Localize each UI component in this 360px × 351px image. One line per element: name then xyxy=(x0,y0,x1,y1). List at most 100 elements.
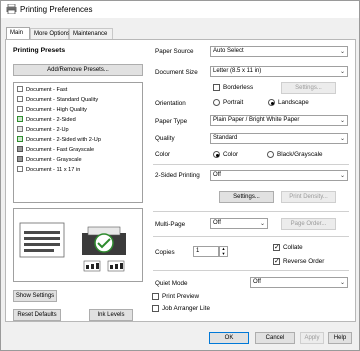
chevron-down-icon: ⌄ xyxy=(339,69,345,75)
document-icon xyxy=(17,106,23,112)
collate-label: Collate xyxy=(283,244,303,251)
reverse-order-label: Reverse Order xyxy=(283,258,325,265)
color-radio[interactable] xyxy=(213,151,220,158)
copies-input[interactable]: 1 xyxy=(193,246,219,257)
chevron-down-icon: ▼ xyxy=(221,250,226,256)
landscape-label: Landscape xyxy=(278,99,309,106)
preset-label: Document - Grayscale xyxy=(26,157,82,163)
print-preview-illustration xyxy=(13,208,143,282)
show-settings-button[interactable]: Show Settings xyxy=(13,290,57,302)
grayscale-option-label: Black/Grayscale xyxy=(277,151,323,158)
grayscale-icon xyxy=(17,156,23,162)
divider xyxy=(153,270,349,271)
multipage-value: Off xyxy=(213,220,221,226)
document-size-select[interactable]: Letter (8.5 x 11 in) ⌄ xyxy=(210,66,348,77)
collate-checkbox[interactable] xyxy=(273,243,280,251)
quiet-mode-select[interactable]: Off ⌄ xyxy=(250,277,348,288)
multipage-label: Multi-Page xyxy=(155,221,186,228)
job-arranger-label: Job Arranger Lite xyxy=(162,305,210,312)
color-label: Color xyxy=(155,151,171,158)
preset-item[interactable]: Document - Grayscale xyxy=(17,156,82,164)
reverse-order-checkbox[interactable] xyxy=(273,257,280,265)
apply-button[interactable]: Apply xyxy=(300,332,324,344)
borderless-settings-button[interactable]: Settings... xyxy=(281,82,336,94)
color-option-label: Color xyxy=(223,151,239,158)
presets-list[interactable]: Document - Fast Document - Standard Qual… xyxy=(13,82,143,203)
chevron-down-icon: ⌄ xyxy=(259,221,265,227)
preset-item[interactable]: Document - 11 x 17 in xyxy=(17,166,80,174)
preset-item[interactable]: Document - 2-Sided with 2-Up xyxy=(17,136,101,144)
cancel-button[interactable]: Cancel xyxy=(255,332,295,344)
divider xyxy=(153,211,349,212)
quiet-mode-value: Off xyxy=(253,279,261,285)
orientation-label: Orientation xyxy=(155,100,186,107)
two-up-icon xyxy=(17,126,23,132)
preset-item[interactable]: Document - High Quality xyxy=(17,106,87,114)
chevron-down-icon: ⌄ xyxy=(339,49,345,55)
tab-more-options[interactable]: More Options xyxy=(30,28,70,39)
ink-levels-button[interactable]: Ink Levels xyxy=(89,309,133,321)
paper-source-label: Paper Source xyxy=(155,48,194,55)
preset-label: Document - 2-Sided with 2-Up xyxy=(26,137,101,143)
quality-value: Standard xyxy=(213,135,238,141)
portrait-label: Portrait xyxy=(223,99,244,106)
borderless-label: Borderless xyxy=(223,84,254,91)
paper-type-value: Plain Paper / Bright White Paper xyxy=(213,117,300,123)
landscape-radio[interactable] xyxy=(268,99,275,106)
document-icon xyxy=(17,86,23,92)
divider xyxy=(153,164,349,165)
printing-preferences-window: Printing Preferences Main More Options M… xyxy=(0,0,360,351)
paper-and-printer-illustration xyxy=(19,222,126,272)
presets-heading: Printing Presets xyxy=(13,47,66,54)
preset-label: Document - 11 x 17 in xyxy=(26,167,81,173)
borderless-checkbox[interactable] xyxy=(213,84,220,91)
copies-label: Copies xyxy=(155,249,175,256)
grayscale-radio[interactable] xyxy=(267,151,274,158)
preset-item[interactable]: Document - 2-Sided xyxy=(17,116,76,124)
page-order-button[interactable]: Page Order... xyxy=(281,218,336,230)
chevron-down-icon: ⌄ xyxy=(339,136,345,142)
paper-source-value: Auto Select xyxy=(213,48,244,54)
two-sided-select[interactable]: Off ⌄ xyxy=(210,170,348,181)
document-size-label: Document Size xyxy=(155,69,198,76)
preset-label: Document - Standard Quality xyxy=(26,97,99,103)
document-size-value: Letter (8.5 x 11 in) xyxy=(213,68,262,74)
chevron-down-icon: ⌄ xyxy=(339,118,345,124)
chevron-down-icon: ⌄ xyxy=(339,173,345,179)
preset-label: Document - Fast xyxy=(26,87,68,93)
job-arranger-checkbox[interactable] xyxy=(152,305,159,312)
two-sided-label: 2-Sided Printing xyxy=(155,172,200,179)
grayscale-icon xyxy=(17,146,23,152)
two-sided-settings-button[interactable]: Settings... xyxy=(219,191,274,203)
two-sided-two-up-icon xyxy=(17,136,23,142)
document-icon xyxy=(17,96,23,102)
copies-value: 1 xyxy=(196,248,200,254)
paper-source-select[interactable]: Auto Select ⌄ xyxy=(210,46,348,57)
preset-item[interactable]: Document - Fast Grayscale xyxy=(17,146,94,154)
two-sided-value: Off xyxy=(213,172,221,178)
preset-label: Document - 2-Sided xyxy=(26,117,76,123)
print-preview-label: Print Preview xyxy=(162,293,200,300)
portrait-radio[interactable] xyxy=(213,99,220,106)
printer-icon xyxy=(6,4,17,14)
document-icon xyxy=(17,166,23,172)
print-preview-checkbox[interactable] xyxy=(152,293,159,300)
quality-label: Quality xyxy=(155,135,175,142)
preset-item[interactable]: Document - 2-Up xyxy=(17,126,69,134)
window-title: Printing Preferences xyxy=(20,5,93,14)
help-button[interactable]: Help xyxy=(328,332,352,344)
add-remove-presets-button[interactable]: Add/Remove Presets... xyxy=(13,64,143,76)
quality-select[interactable]: Standard ⌄ xyxy=(210,133,348,144)
tab-maintenance[interactable]: Maintenance xyxy=(69,28,113,39)
paper-type-select[interactable]: Plain Paper / Bright White Paper ⌄ xyxy=(210,115,348,126)
quiet-mode-label: Quiet Mode xyxy=(155,280,188,287)
reset-defaults-button[interactable]: Reset Defaults xyxy=(13,309,61,321)
copies-spinner[interactable]: ▲ ▼ xyxy=(219,246,228,257)
title-bar: Printing Preferences xyxy=(1,1,359,18)
preset-item[interactable]: Document - Fast xyxy=(17,86,67,94)
preset-item[interactable]: Document - Standard Quality xyxy=(17,96,98,104)
multipage-select[interactable]: Off ⌄ xyxy=(210,218,268,229)
print-density-button[interactable]: Print Density... xyxy=(281,191,336,203)
two-sided-icon xyxy=(17,116,23,122)
ok-button[interactable]: OK xyxy=(209,332,249,344)
